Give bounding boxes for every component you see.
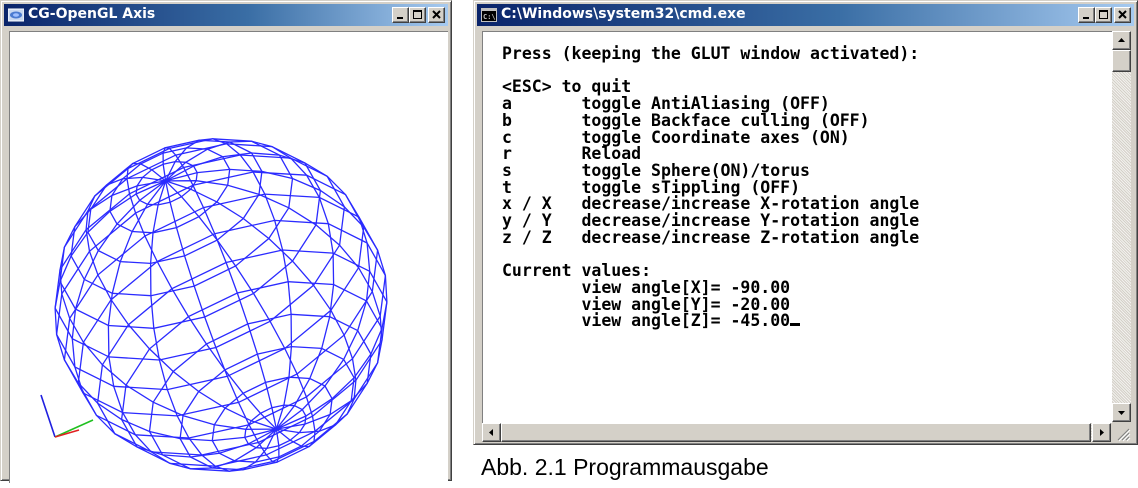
resize-grip-icon [1117, 428, 1131, 442]
sphere-latitude-line [179, 345, 355, 471]
sphere-latitude-line [96, 249, 388, 456]
close-icon [432, 10, 441, 19]
close-button[interactable] [428, 7, 445, 23]
console-line: z / Z decrease/increase Z-rotation angle [502, 227, 920, 247]
scroll-right-button[interactable] [1092, 423, 1111, 442]
arrow-up-icon [1118, 38, 1125, 42]
glut-window-title: CG-OpenGL Axis [28, 6, 156, 22]
resize-grip[interactable] [1112, 423, 1131, 442]
cmd-titlebar[interactable]: C:\ C:\Windows\system32\cmd.exe [477, 4, 1134, 26]
scroll-down-button[interactable] [1112, 403, 1131, 422]
cmd-window-title: C:\Windows\system32\cmd.exe [501, 6, 746, 22]
glut-titlebar[interactable]: CG-OpenGL Axis [4, 4, 448, 26]
scroll-up-button[interactable] [1112, 31, 1131, 50]
console-line: view angle[Z]= -45.00 [502, 311, 791, 331]
maximize-icon [413, 10, 422, 19]
opengl-viewport[interactable] [9, 31, 448, 483]
close-icon [1118, 10, 1127, 19]
horizontal-scrollbar[interactable] [482, 423, 1111, 442]
minimize-button[interactable] [392, 7, 409, 23]
console-line: Press (keeping the GLUT window activated… [502, 44, 920, 63]
cmd-icon-text: C:\ [483, 13, 496, 21]
vertical-scroll-thumb[interactable] [1112, 50, 1131, 72]
vertical-scrollbar[interactable] [1112, 31, 1131, 422]
cmd-minimize-button[interactable] [1078, 7, 1095, 23]
cmd-close-button[interactable] [1114, 7, 1131, 23]
cmd-maximize-button[interactable] [1095, 7, 1112, 23]
y-axis-line [54, 419, 94, 438]
cmd-app-icon: C:\ [481, 8, 497, 22]
glut-window[interactable]: CG-OpenGL Axis [0, 0, 452, 483]
console-output-area[interactable]: Press (keeping the GLUT window activated… [482, 31, 1112, 423]
sphere-latitude-line [87, 139, 263, 265]
maximize-button[interactable] [409, 7, 426, 23]
arrow-right-icon [1100, 429, 1104, 436]
arrow-left-icon [489, 429, 493, 436]
minimize-icon [1083, 17, 1089, 19]
wireframe-sphere [40, 138, 388, 472]
z-axis-line [40, 394, 56, 438]
opengl-app-icon [8, 8, 24, 22]
figure-caption: Abb. 2.1 Programmausgabe [481, 454, 769, 480]
sphere-latitude-line [59, 143, 322, 329]
cmd-window[interactable]: C:\ C:\Windows\system32\cmd.exe Press (k… [473, 0, 1138, 445]
minimize-icon [397, 17, 403, 19]
arrow-down-icon [1118, 411, 1125, 415]
sphere-latitude-line [120, 281, 383, 467]
maximize-icon [1099, 10, 1108, 19]
scroll-left-button[interactable] [482, 423, 501, 442]
console-text: Press (keeping the GLUT window activated… [502, 44, 920, 331]
sphere-latitude-line [54, 154, 346, 361]
text-cursor [790, 323, 801, 327]
horizontal-scroll-thumb[interactable] [501, 423, 1091, 442]
